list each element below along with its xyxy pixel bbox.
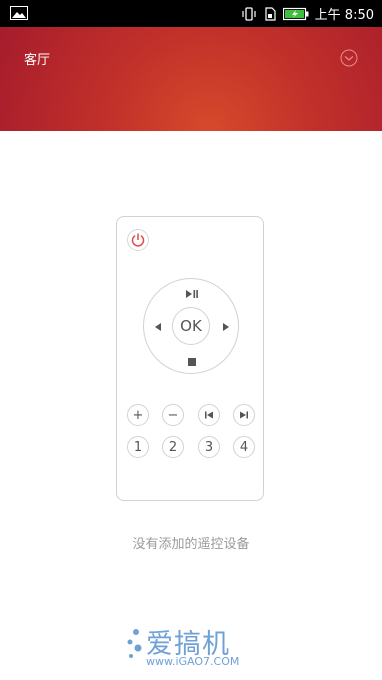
stop-icon [188, 358, 196, 366]
remote-illustration: OK + − 1 2 3 4 [116, 216, 264, 501]
number-button-1: 1 [127, 436, 149, 458]
chevron-down-circle-icon[interactable] [340, 49, 358, 67]
play-pause-icon [186, 290, 198, 298]
watermark-dots-icon [127, 629, 142, 658]
sim-icon [265, 6, 276, 21]
number-button-4: 4 [233, 436, 255, 458]
image-icon [10, 6, 28, 20]
power-button [127, 229, 149, 251]
vibrate-icon [242, 6, 256, 21]
arrow-right-icon [223, 323, 229, 331]
empty-state-message: 没有添加的遥控设备 [132, 537, 250, 552]
battery-icon [282, 7, 309, 20]
arrow-left-icon [155, 323, 161, 331]
number-button-2: 2 [162, 436, 184, 458]
skip-previous-icon [205, 411, 213, 419]
status-time: 上午 8:50 [314, 8, 374, 23]
number-button-3: 3 [198, 436, 220, 458]
ok-button: OK [172, 307, 210, 345]
skip-next-icon [240, 411, 248, 419]
skip-next-button [233, 404, 255, 426]
power-icon [131, 233, 145, 247]
minus-button: − [162, 404, 184, 426]
skip-previous-button [198, 404, 220, 426]
directional-pad: OK [143, 278, 239, 374]
room-title[interactable]: 客厅 [24, 49, 50, 68]
header: 客厅 [0, 27, 382, 131]
status-bar: 上午 8:50 [0, 0, 382, 27]
watermark-url: www.iGAO7.COM [146, 655, 240, 668]
plus-button: + [127, 404, 149, 426]
watermark: 爱搞机 www.iGAO7.COM [124, 622, 264, 676]
